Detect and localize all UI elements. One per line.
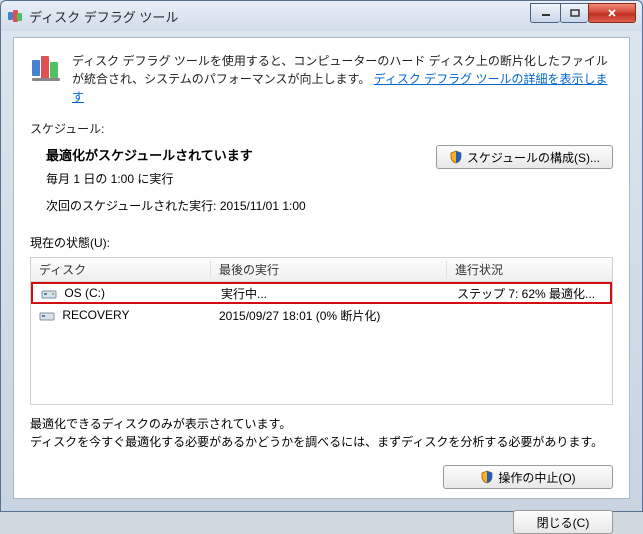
intro-text: ディスク デフラグ ツールを使用すると、コンピューターのハード ディスク上の断片… [72,52,613,106]
divider [30,499,613,500]
close-dialog-button[interactable]: 閉じる(C) [513,510,613,534]
schedule-title: 最適化がスケジュールされています [46,145,306,164]
window-frame: ディスク デフラグ ツール ディスク [0,0,643,512]
schedule-row: 最適化がスケジュールされています 毎月 1 日の 1:00 に実行 次回のスケジ… [30,145,613,228]
footnote-line1: 最適化できるディスクのみが表示されています。 [30,415,613,433]
configure-schedule-label: スケジュールの構成(S)... [467,149,600,166]
content-area: ディスク デフラグ ツールを使用すると、コンピューターのハード ディスク上の断片… [13,37,630,499]
intro-section: ディスク デフラグ ツールを使用すると、コンピューターのハード ディスク上の断片… [30,52,613,106]
shield-icon [449,150,463,164]
close-row: 閉じる(C) [30,510,613,534]
stop-button[interactable]: 操作の中止(O) [443,465,613,489]
footnote-line2: ディスクを今すぐ最適化する必要があるかどうかを調べるには、まずディスクを分析する… [30,433,613,451]
shield-icon [480,470,494,484]
window-buttons [530,9,636,23]
titlebar[interactable]: ディスク デフラグ ツール [1,1,642,31]
schedule-frequency: 毎月 1 日の 1:00 に実行 [46,170,306,187]
app-icon [7,8,23,24]
window-title: ディスク デフラグ ツール [29,7,530,26]
column-last-run[interactable]: 最後の実行 [211,261,447,278]
close-button[interactable] [588,3,636,23]
drive-icon [41,286,57,300]
disk-row[interactable]: RECOVERY 2015/09/27 18:01 (0% 断片化) [31,304,612,326]
disk-name: RECOVERY [62,308,129,322]
disk-list[interactable]: ディスク 最後の実行 進行状況 OS (C:) 実行中... ステップ 7: 6… [30,257,613,405]
stop-button-label: 操作の中止(O) [498,469,575,486]
configure-schedule-button[interactable]: スケジュールの構成(S)... [436,145,613,169]
disk-last-run: 2015/09/27 18:01 (0% 断片化) [211,307,447,324]
status-label: 現在の状態(U): [30,234,613,251]
disk-last-run: 実行中... [213,285,449,302]
schedule-next-run: 次回のスケジュールされた実行: 2015/11/01 1:00 [46,197,306,214]
disk-progress: ステップ 7: 62% 最適化... [449,285,610,302]
maximize-button[interactable] [560,3,588,23]
schedule-label: スケジュール: [30,120,613,137]
minimize-button[interactable] [530,3,560,23]
action-row: 操作の中止(O) [30,465,613,489]
schedule-info: 最適化がスケジュールされています 毎月 1 日の 1:00 に実行 次回のスケジ… [30,145,306,228]
drive-icon [39,308,55,322]
defrag-icon [30,52,62,84]
disk-list-header: ディスク 最後の実行 進行状況 [31,258,612,282]
column-disk[interactable]: ディスク [31,261,211,278]
disk-row[interactable]: OS (C:) 実行中... ステップ 7: 62% 最適化... [31,282,612,304]
close-button-label: 閉じる(C) [537,514,590,531]
column-progress[interactable]: 進行状況 [447,261,612,278]
footnote: 最適化できるディスクのみが表示されています。 ディスクを今すぐ最適化する必要があ… [30,415,613,451]
disk-name: OS (C:) [64,286,105,300]
